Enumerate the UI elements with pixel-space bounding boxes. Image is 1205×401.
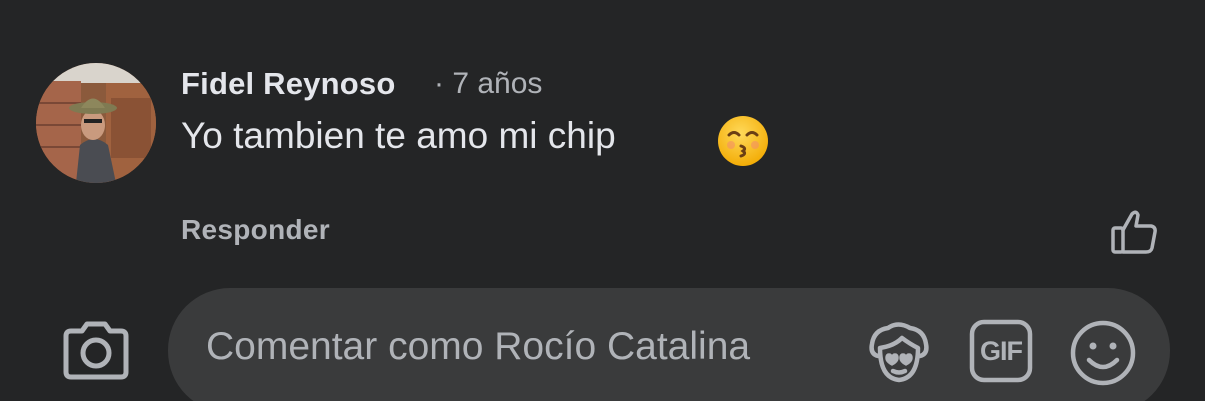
- avatar-sticker-button[interactable]: [864, 318, 934, 388]
- gif-label: GIF: [980, 335, 1023, 366]
- reply-button[interactable]: Responder: [181, 214, 330, 246]
- comment-author[interactable]: Fidel Reynoso: [181, 66, 395, 102]
- avatar-photo: [36, 63, 156, 183]
- camera-button[interactable]: [60, 320, 132, 384]
- kissing-face-emoji-icon: [718, 116, 768, 166]
- emoji-picker-button[interactable]: [1068, 318, 1138, 388]
- like-button[interactable]: [1108, 206, 1160, 258]
- comment-item: Fidel Reynoso · 7 años Yo tambien te amo…: [0, 0, 1205, 270]
- gif-button[interactable]: GIF: [968, 318, 1034, 384]
- smiley-icon: [1070, 320, 1136, 386]
- comment-composer: GIF: [0, 270, 1205, 401]
- comment-input[interactable]: [204, 324, 858, 370]
- camera-icon: [63, 321, 129, 380]
- comment-text: Yo tambien te amo mi chip: [181, 115, 616, 156]
- avatar-sticker-icon: [869, 322, 929, 383]
- comment-input-field[interactable]: GIF: [168, 288, 1170, 401]
- comment-thread-panel: Fidel Reynoso · 7 años Yo tambien te amo…: [0, 0, 1205, 401]
- comment-timestamp: · 7 años: [434, 67, 543, 100]
- thumbs-up-outline-icon: [1111, 210, 1157, 254]
- avatar[interactable]: [36, 63, 156, 183]
